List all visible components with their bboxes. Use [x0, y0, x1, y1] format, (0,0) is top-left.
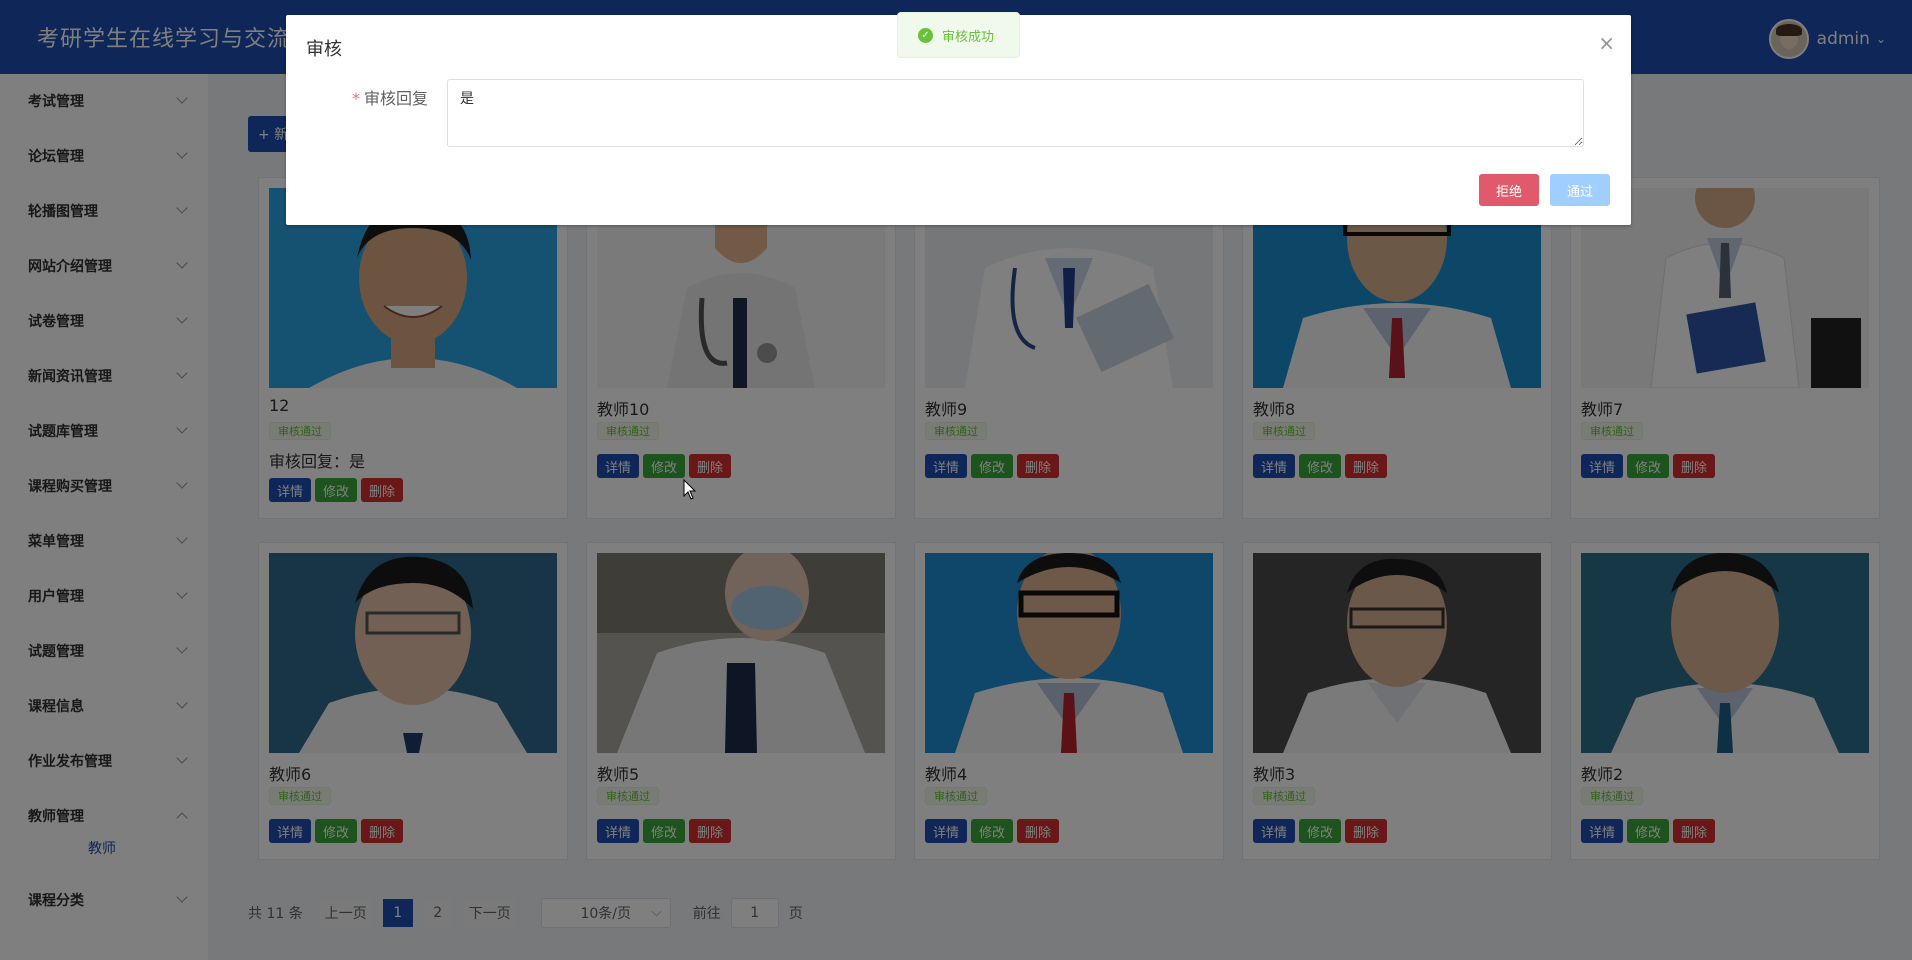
pass-button[interactable]: 通过	[1550, 174, 1610, 206]
close-icon[interactable]: ×	[1598, 33, 1615, 53]
review-reply-label: * 审核回复	[352, 85, 428, 109]
review-reply-textarea[interactable]: 是	[447, 79, 1584, 147]
label-text: 审核回复	[364, 89, 429, 108]
reject-button[interactable]: 拒绝	[1479, 174, 1539, 206]
check-circle-icon: ✓	[918, 27, 933, 43]
toast-message: 审核成功	[942, 29, 995, 45]
required-asterisk: *	[352, 89, 360, 108]
dialog-title: 审核	[306, 39, 342, 60]
success-toast: ✓ 审核成功	[897, 12, 1020, 58]
mouse-cursor-icon	[683, 479, 697, 500]
